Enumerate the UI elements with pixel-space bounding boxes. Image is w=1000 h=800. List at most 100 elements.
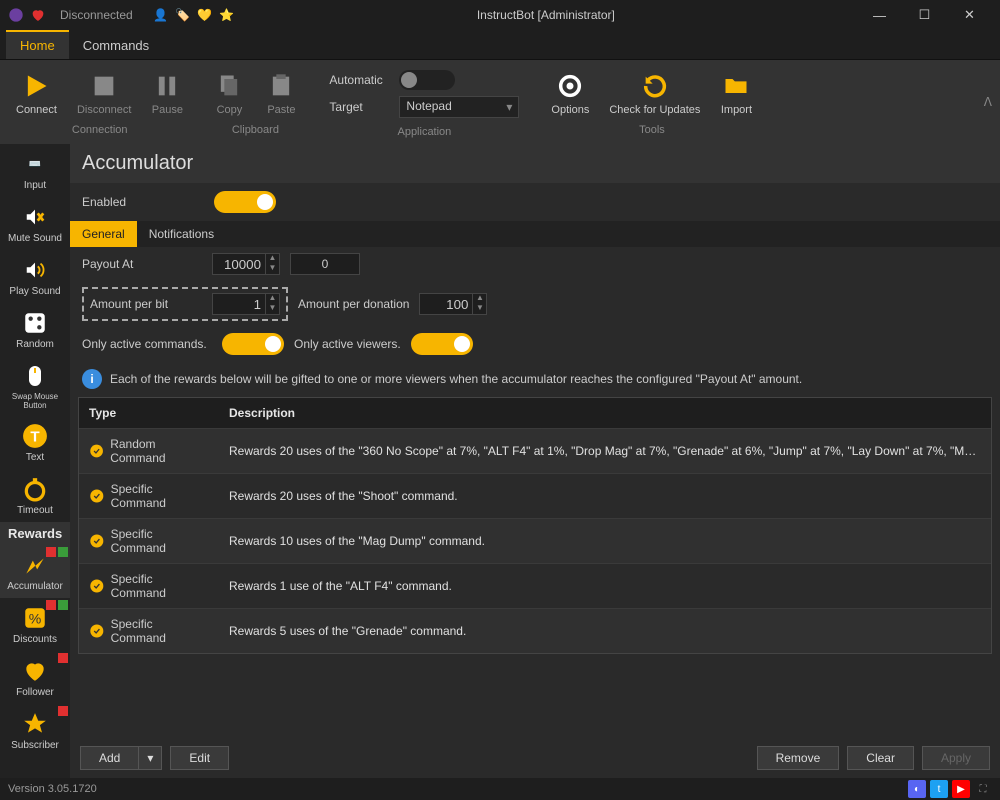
sidebar-item-follower[interactable]: Follower [0, 651, 70, 704]
apply-button[interactable]: Apply [922, 746, 990, 770]
sidebar-item-play-sound[interactable]: Play Sound [0, 250, 70, 303]
gear-icon [554, 70, 586, 102]
close-button[interactable]: ✕ [947, 0, 992, 30]
heart-yellow-icon[interactable]: 💛 [197, 7, 213, 23]
payout-secondary-value: 0 [314, 257, 337, 271]
main-tabs: Home Commands [0, 30, 1000, 60]
amount-per-donation-input[interactable] [420, 294, 472, 314]
automatic-toggle[interactable] [399, 70, 455, 90]
sidebar-item-label: Swap Mouse Button [2, 392, 68, 410]
th-description[interactable]: Description [219, 398, 991, 428]
spin-down-icon[interactable]: ▼ [472, 304, 486, 314]
enabled-toggle[interactable] [214, 191, 276, 213]
payout-secondary-box: 0 [290, 253, 360, 275]
add-button[interactable]: Add [80, 746, 139, 770]
sidebar-item-discounts[interactable]: % Discounts [0, 598, 70, 651]
table-row[interactable]: Specific CommandRewards 1 use of the "AL… [79, 563, 991, 608]
status-dot-red [46, 600, 56, 610]
amount-per-donation-stepper[interactable]: ▲▼ [419, 293, 487, 315]
add-dropdown-button[interactable]: ▾ [139, 746, 162, 770]
payout-at-input[interactable] [213, 254, 265, 274]
subtab-general[interactable]: General [70, 221, 137, 247]
youtube-icon[interactable]: ▶ [952, 780, 970, 798]
social-icons: ◐ t ▶ ⛶ [908, 780, 992, 798]
sidebar-item-subscriber[interactable]: Subscriber [0, 704, 70, 757]
table-row[interactable]: Specific CommandRewards 20 uses of the "… [79, 473, 991, 518]
folder-icon [720, 70, 752, 102]
import-button[interactable]: Import [714, 66, 758, 120]
disconnect-button[interactable]: Disconnect [71, 66, 137, 120]
star-icon [19, 710, 51, 738]
sidebar-item-swap-mouse[interactable]: Swap Mouse Button [0, 356, 70, 416]
paste-button[interactable]: Paste [259, 66, 303, 120]
amount-per-bit-input[interactable] [213, 294, 265, 314]
connect-button[interactable]: Connect [10, 66, 63, 120]
sidebar-item-timeout[interactable]: Timeout [0, 469, 70, 522]
clear-button[interactable]: Clear [847, 746, 914, 770]
app-icon [8, 7, 24, 23]
amounts-row: Amount per bit ▲▼ Amount per donation ▲▼ [70, 281, 1000, 327]
extra-icon[interactable]: ⛶ [974, 780, 992, 798]
check-updates-button[interactable]: Check for Updates [603, 66, 706, 120]
tab-home[interactable]: Home [6, 30, 69, 59]
sidebar-item-accumulator[interactable]: Accumulator [0, 545, 70, 598]
subtab-notifications[interactable]: Notifications [137, 221, 226, 247]
pause-button[interactable]: Pause [145, 66, 189, 120]
svg-text:T: T [30, 428, 40, 445]
amount-per-bit-stepper[interactable]: ▲▼ [212, 293, 280, 315]
remove-button[interactable]: Remove [757, 746, 840, 770]
rewards-table: Type Description Random Command Rewards 2… [78, 397, 992, 654]
only-active-commands-toggle[interactable] [222, 333, 284, 355]
edit-button[interactable]: Edit [170, 746, 229, 770]
options-button[interactable]: Options [545, 66, 595, 120]
import-label: Import [721, 104, 752, 116]
tag-green-icon[interactable]: 🏷️ [175, 7, 191, 23]
table-row[interactable]: Specific CommandRewards 10 uses of the "… [79, 518, 991, 563]
twitter-icon[interactable]: t [930, 780, 948, 798]
minimize-button[interactable]: — [857, 0, 902, 30]
titlebar: Disconnected 👤 🏷️ 💛 ⭐ InstructBot [Admin… [0, 0, 1000, 30]
options-label: Options [551, 104, 589, 116]
sidebar-section-rewards: Rewards [0, 522, 70, 545]
table-row[interactable]: Specific CommandRewards 5 uses of the "G… [79, 608, 991, 653]
refresh-icon [639, 70, 671, 102]
sidebar-item-mute-sound[interactable]: Mute Sound [0, 197, 70, 250]
row-desc: Rewards 20 uses of the "360 No Scope" at… [219, 436, 991, 466]
row-desc: Rewards 1 use of the "ALT F4" command. [219, 571, 991, 601]
table-row[interactable]: Random Command Rewards 20 uses of the "36… [79, 428, 991, 473]
person-green-icon[interactable]: 👤 [153, 7, 169, 23]
bottom-bar: Add ▾ Edit Remove Clear Apply [70, 738, 1000, 778]
enabled-label: Enabled [82, 195, 202, 209]
spin-down-icon[interactable]: ▼ [265, 304, 279, 314]
spin-down-icon[interactable]: ▼ [265, 264, 279, 274]
target-value: Notepad [406, 99, 451, 113]
ribbon-group-application: Automatic Target Notepad Application [321, 66, 527, 142]
tab-commands[interactable]: Commands [69, 32, 163, 59]
sidebar-item-text[interactable]: TText [0, 416, 70, 469]
discord-icon[interactable]: ◐ [908, 780, 926, 798]
payout-row: Payout At ▲▼ 0 [70, 247, 1000, 281]
row-type: Specific Command [111, 527, 209, 555]
row-type: Random Command [110, 437, 209, 465]
sidebar-item-random[interactable]: Random [0, 303, 70, 356]
heart-icon [30, 7, 46, 23]
copy-button[interactable]: Copy [207, 66, 251, 120]
th-type[interactable]: Type [79, 398, 219, 428]
maximize-button[interactable]: ☐ [902, 0, 947, 30]
payout-at-stepper[interactable]: ▲▼ [212, 253, 280, 275]
only-active-viewers-toggle[interactable] [411, 333, 473, 355]
keyboard-icon: ⌨️ [19, 150, 51, 178]
ribbon-collapse-button[interactable]: ᐱ [984, 95, 992, 109]
pause-label: Pause [152, 104, 183, 116]
speaker-icon [19, 256, 51, 284]
command-icon [89, 578, 105, 594]
target-select[interactable]: Notepad [399, 96, 519, 118]
subtabs: General Notifications [70, 221, 1000, 247]
info-bar: i Each of the rewards below will be gift… [70, 361, 1000, 397]
window-controls: — ☐ ✕ [857, 0, 992, 30]
sidebar-item-input[interactable]: ⌨️Input [0, 144, 70, 197]
sidebar-item-label: Play Sound [9, 286, 60, 297]
row-type: Specific Command [111, 482, 209, 510]
star-orange-icon[interactable]: ⭐ [219, 7, 235, 23]
pause-icon [151, 70, 183, 102]
